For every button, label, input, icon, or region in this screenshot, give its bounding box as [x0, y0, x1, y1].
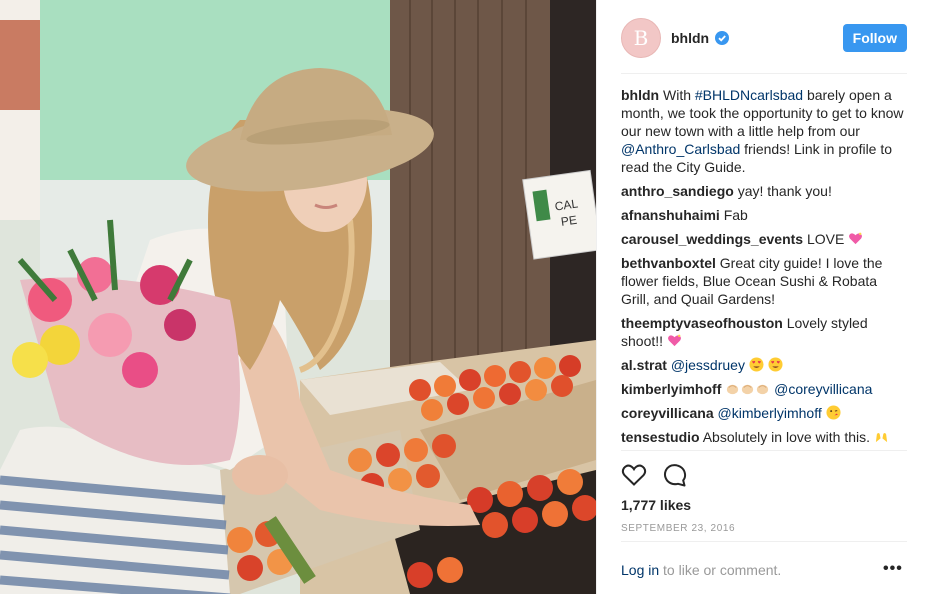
comment-text: Absolutely in love with this.: [702, 429, 871, 445]
caption-username[interactable]: bhldn: [621, 87, 659, 103]
kissing-face-icon: [826, 405, 841, 420]
login-link[interactable]: Log in: [621, 562, 659, 578]
mention-link[interactable]: @coreyvillicana: [774, 381, 872, 397]
comment: tensestudio Absolutely in love with this…: [621, 428, 909, 446]
mention-link[interactable]: @kimberlyimhoff: [718, 405, 822, 421]
login-prompt-text: to like or comment.: [659, 562, 782, 578]
sparkling-heart-icon: [849, 232, 863, 245]
comments-list: bhldn With #BHLDNcarlsbad barely open a …: [621, 86, 909, 452]
comment: carousel_weddings_events LOVE: [621, 230, 909, 248]
login-prompt: Log in to like or comment.: [621, 562, 781, 578]
comment: anthro_sandiego yay! thank you!: [621, 182, 909, 200]
clapping-hands-icon: [742, 384, 754, 395]
comment-username[interactable]: tensestudio: [621, 429, 700, 445]
comment: kimberlyimhoff @coreyvillicana: [621, 380, 909, 398]
clapping-hands-icon: [727, 384, 739, 395]
post-header: B bhldn Follow: [621, 14, 907, 62]
comment-text: LOVE: [806, 231, 845, 247]
actions-divider: [621, 450, 907, 451]
comment-text: yay! thank you!: [737, 183, 832, 199]
post-date: SEPTEMBER 23, 2016: [621, 523, 736, 534]
heart-eyes-icon: [749, 357, 764, 372]
mention-link[interactable]: @jessdruey: [671, 357, 745, 373]
comment-username[interactable]: coreyvillicana: [621, 405, 714, 421]
like-count[interactable]: 1,777 likes: [621, 497, 691, 513]
hashtag-link[interactable]: #BHLDNcarlsbad: [695, 87, 803, 103]
photo-illustration: CAL PE: [0, 0, 596, 594]
sparkling-heart-icon: [667, 334, 681, 347]
avatar[interactable]: B: [621, 18, 661, 58]
footer-divider: [621, 541, 907, 542]
comment-username[interactable]: al.strat: [621, 357, 667, 373]
comment: theemptyvaseofhouston Lovely styled shoo…: [621, 314, 909, 350]
clapping-hands-icon: [757, 384, 769, 395]
comment: al.strat @jessdruey: [621, 356, 909, 374]
instagram-post: CAL PE B bhldn Follow bhldn With #BHLDNc…: [0, 0, 927, 594]
post-actions: [621, 463, 687, 487]
more-options-button[interactable]: •••: [883, 560, 903, 578]
post-username[interactable]: bhldn: [671, 30, 709, 46]
post-details-panel: B bhldn Follow bhldn With #BHLDNcarlsbad…: [596, 0, 927, 594]
comment: bethvanboxtel Great city guide! I love t…: [621, 254, 909, 308]
comment-username[interactable]: carousel_weddings_events: [621, 231, 803, 247]
follow-button[interactable]: Follow: [842, 24, 907, 52]
like-heart-icon[interactable]: [621, 463, 647, 487]
comment: coreyvillicana @kimberlyimhoff: [621, 404, 909, 422]
comment-username[interactable]: kimberlyimhoff: [621, 381, 721, 397]
comment-username[interactable]: bethvanboxtel: [621, 255, 716, 271]
caption: bhldn With #BHLDNcarlsbad barely open a …: [621, 86, 909, 176]
comment-username[interactable]: theemptyvaseofhouston: [621, 315, 783, 331]
comment: afnanshuhaimi Fab: [621, 206, 909, 224]
header-divider: [621, 73, 907, 74]
raised-hands-icon: [875, 432, 888, 443]
avatar-letter: B: [633, 26, 649, 50]
comment-username[interactable]: anthro_sandiego: [621, 183, 734, 199]
svg-text:PE: PE: [560, 213, 578, 229]
verified-badge-icon: [715, 31, 730, 45]
comment-username[interactable]: afnanshuhaimi: [621, 207, 720, 223]
heart-eyes-icon: [768, 357, 783, 372]
mention-link[interactable]: @Anthro_Carlsbad: [621, 141, 740, 157]
caption-text: With: [663, 87, 695, 103]
post-photo[interactable]: CAL PE: [0, 0, 596, 594]
comment-text: Fab: [723, 207, 748, 223]
comment-bubble-icon[interactable]: [663, 463, 687, 487]
